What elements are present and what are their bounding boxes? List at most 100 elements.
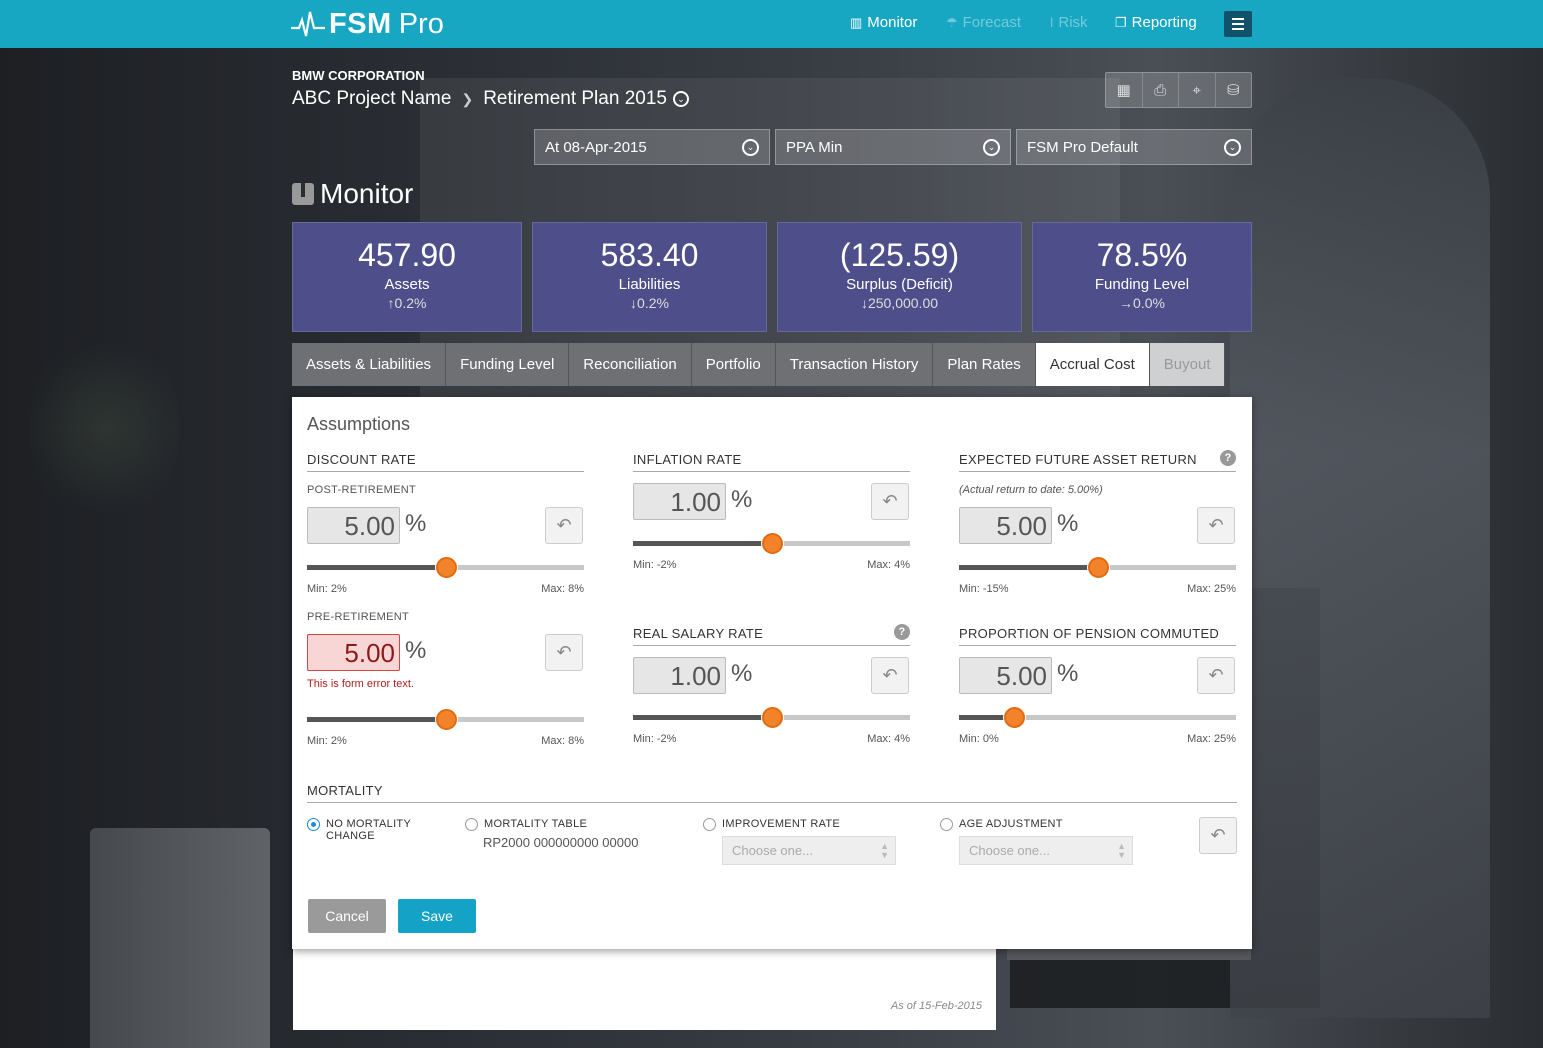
- section-heading: PROPORTION OF PENSION COMMUTED: [959, 626, 1236, 646]
- slider-min: Min: -2%: [633, 559, 677, 571]
- slider-handle[interactable]: [1004, 707, 1026, 728]
- tab-reconciliation[interactable]: Reconciliation: [569, 343, 692, 386]
- app-logo[interactable]: FSM Pro: [291, 6, 444, 42]
- undo-icon[interactable]: ↶: [1197, 507, 1235, 544]
- excel-icon[interactable]: ▦: [1106, 73, 1143, 107]
- thermometer-icon: ǀ: [1050, 15, 1054, 30]
- undo-icon[interactable]: ↶: [871, 657, 909, 694]
- radio-button[interactable]: [307, 818, 320, 831]
- radio-age-adjustment[interactable]: AGE ADJUSTMENT: [940, 818, 1063, 831]
- radio-button[interactable]: [465, 818, 478, 831]
- date-select[interactable]: At 08-Apr-2015 ⌄: [534, 129, 770, 165]
- improvement-rate-select[interactable]: Choose one... ▲ ▼: [722, 836, 896, 865]
- pre-retirement-input[interactable]: 5.00: [307, 634, 400, 671]
- slider-max: Max: 4%: [867, 733, 910, 745]
- kpi-assets[interactable]: 457.90 Assets ↑0.2%: [292, 222, 522, 332]
- hamburger-line: [1232, 18, 1244, 20]
- asset-return-slider[interactable]: [959, 557, 1236, 578]
- tab-portfolio[interactable]: Portfolio: [691, 343, 776, 386]
- commuted-input[interactable]: 5.00: [959, 657, 1052, 694]
- undo-icon[interactable]: ↶: [1199, 817, 1237, 854]
- post-retirement-label: POST-RETIREMENT: [307, 484, 417, 496]
- select-placeholder: Choose one...: [732, 843, 813, 858]
- save-button[interactable]: Save: [398, 899, 476, 933]
- post-retirement-input[interactable]: 5.00: [307, 507, 400, 544]
- section-heading-asset-return: EXPECTED FUTURE ASSET RETURN ?: [959, 450, 1236, 472]
- coins-icon[interactable]: ⛁: [1216, 73, 1252, 107]
- slider-max: Max: 8%: [541, 735, 584, 747]
- tab-plan-rates[interactable]: Plan Rates: [933, 343, 1036, 386]
- kpi-funding-level[interactable]: 78.5% Funding Level →0.0%: [1032, 222, 1252, 332]
- salary-rate-slider[interactable]: [633, 707, 910, 728]
- nav-reporting[interactable]: ❐ Reporting: [1115, 14, 1197, 31]
- undo-icon[interactable]: ↶: [1197, 657, 1235, 694]
- slider-handle[interactable]: [761, 533, 783, 554]
- undo-icon[interactable]: ↶: [545, 507, 583, 544]
- target-icon[interactable]: ⌖: [1179, 73, 1216, 107]
- section-heading: MORTALITY: [307, 783, 1237, 803]
- profile-select[interactable]: FSM Pro Default ⌄: [1016, 129, 1252, 165]
- basis-select[interactable]: PPA Min ⌄: [775, 129, 1011, 165]
- inflation-rate-input[interactable]: 1.00: [633, 483, 726, 520]
- chevron-down-icon: ⌄: [983, 139, 1000, 156]
- nav-risk[interactable]: ǀ Risk: [1050, 14, 1088, 31]
- tab-funding-level[interactable]: Funding Level: [446, 343, 570, 386]
- profile-select-value: FSM Pro Default: [1027, 139, 1138, 156]
- hamburger-line: [1232, 23, 1244, 25]
- slider-handle[interactable]: [761, 707, 783, 728]
- basis-select-value: PPA Min: [786, 139, 843, 156]
- kpi-value: 457.90: [358, 237, 456, 273]
- slider-min: Min: -2%: [633, 733, 677, 745]
- slider-handle[interactable]: [435, 557, 457, 578]
- percent-sign: %: [405, 510, 427, 537]
- slider-max: Max: 25%: [1187, 583, 1236, 595]
- logo-text-bold: FSM: [329, 7, 392, 40]
- chevron-down-circle-icon[interactable]: ⌄: [672, 91, 689, 107]
- help-icon[interactable]: ?: [894, 624, 910, 640]
- slider-min: Min: 2%: [307, 735, 347, 747]
- toolbar: ▦ ⎙ ⌖ ⛁: [1105, 72, 1252, 108]
- slider-max: Max: 4%: [867, 559, 910, 571]
- radio-mortality-table[interactable]: MORTALITY TABLE: [465, 818, 587, 831]
- tab-accrual-cost[interactable]: Accrual Cost: [1035, 343, 1150, 386]
- age-adjustment-select[interactable]: Choose one... ▲ ▼: [959, 836, 1133, 865]
- tab-buyout: Buyout: [1149, 343, 1226, 386]
- radio-improvement-rate[interactable]: IMPROVEMENT RATE: [703, 818, 840, 831]
- commuted-slider[interactable]: [959, 707, 1236, 728]
- radio-button[interactable]: [940, 818, 953, 831]
- slider-fill: [307, 717, 446, 722]
- percent-sign: %: [405, 637, 427, 664]
- salary-rate-input[interactable]: 1.00: [633, 657, 726, 694]
- slider-fill: [633, 715, 772, 720]
- nav-monitor[interactable]: ▥ Monitor: [850, 14, 917, 31]
- asset-return-input[interactable]: 5.00: [959, 507, 1052, 544]
- print-icon[interactable]: ⎙: [1143, 73, 1179, 107]
- slider-min: Min: -15%: [959, 583, 1009, 595]
- post-retirement-slider[interactable]: [307, 557, 584, 578]
- undo-icon[interactable]: ↶: [545, 634, 583, 671]
- tab-assets-liabilities[interactable]: Assets & Liabilities: [292, 343, 447, 386]
- hamburger-menu-button[interactable]: [1224, 11, 1252, 37]
- inflation-rate-slider[interactable]: [633, 533, 910, 554]
- cancel-button[interactable]: Cancel: [308, 899, 386, 933]
- asset-return-heading-text: EXPECTED FUTURE ASSET RETURN: [959, 452, 1197, 467]
- percent-sign: %: [1057, 660, 1079, 687]
- pre-retirement-slider[interactable]: [307, 709, 584, 730]
- umbrella-icon: ☂: [946, 14, 958, 30]
- breadcrumb-plan[interactable]: Retirement Plan 2015: [483, 88, 667, 110]
- slider-handle[interactable]: [435, 709, 457, 730]
- radio-button[interactable]: [703, 818, 716, 831]
- radio-label: MORTALITY TABLE: [484, 818, 588, 830]
- breadcrumb-project[interactable]: ABC Project Name: [292, 88, 451, 110]
- radio-no-mortality-change[interactable]: NO MORTALITY CHANGE: [307, 818, 411, 842]
- nav-risk-label: Risk: [1058, 14, 1088, 31]
- kpi-liabilities[interactable]: 583.40 Liabilities ↓0.2%: [532, 222, 767, 332]
- undo-icon[interactable]: ↶: [871, 483, 909, 520]
- help-icon[interactable]: ?: [1220, 450, 1236, 466]
- kpi-surplus[interactable]: (125.59) Surplus (Deficit) ↓250,000.00: [777, 222, 1022, 332]
- slider-handle[interactable]: [1087, 557, 1109, 578]
- nav-forecast[interactable]: ☂ Forecast: [946, 14, 1021, 31]
- kpi-label: Surplus (Deficit): [846, 276, 953, 293]
- tab-transaction-history[interactable]: Transaction History: [775, 343, 934, 386]
- binoculars-icon: [292, 183, 314, 205]
